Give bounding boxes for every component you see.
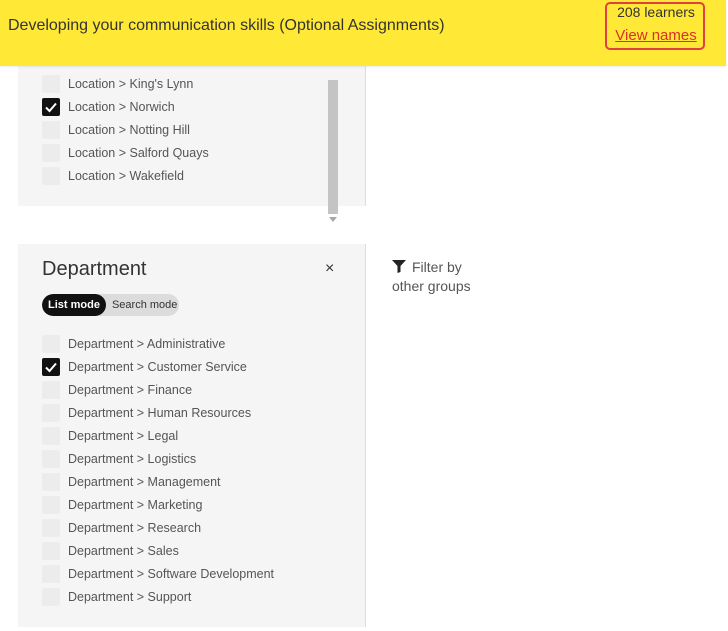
funnel-icon	[392, 260, 406, 273]
department-option[interactable]: Department > Finance	[42, 380, 342, 400]
checkbox[interactable]	[42, 588, 60, 606]
checkbox[interactable]	[42, 144, 60, 162]
checkbox[interactable]	[42, 519, 60, 537]
option-label: Department > Legal	[68, 429, 179, 443]
option-label: Location > Norwich	[68, 100, 175, 114]
checkbox[interactable]	[42, 75, 60, 93]
location-option[interactable]: Location > Notting Hill	[42, 120, 342, 140]
scrollbar-thumb[interactable]	[328, 80, 338, 214]
option-label: Department > Finance	[68, 383, 193, 397]
checkmark-icon	[45, 102, 57, 113]
department-filter-panel: Department × List mode Search mode Depar…	[18, 244, 366, 627]
option-label: Department > Human Resources	[68, 406, 252, 420]
panel-title: Department	[42, 258, 147, 280]
checkbox[interactable]	[42, 496, 60, 514]
list-mode-button[interactable]: List mode	[42, 294, 106, 316]
checkbox[interactable]	[42, 335, 60, 353]
department-option[interactable]: Department > Support	[42, 587, 342, 607]
option-label: Department > Management	[68, 475, 221, 489]
checkbox[interactable]	[42, 121, 60, 139]
department-option[interactable]: Department > Software Development	[42, 564, 342, 584]
checkbox[interactable]	[42, 381, 60, 399]
search-mode-button[interactable]: Search mode	[106, 294, 179, 316]
checkbox[interactable]	[42, 565, 60, 583]
location-option[interactable]: Location > Salford Quays	[42, 143, 342, 163]
view-names-link[interactable]: View names	[607, 27, 705, 44]
department-option[interactable]: Department > Sales	[42, 541, 342, 561]
department-option[interactable]: Department > Customer Service	[42, 357, 342, 377]
mode-toggle: List mode Search mode	[42, 294, 179, 316]
assignment-banner: Developing your communication skills (Op…	[0, 0, 726, 66]
option-label: Department > Marketing	[68, 498, 203, 512]
department-option[interactable]: Department > Marketing	[42, 495, 342, 515]
scroll-down-arrow-icon[interactable]	[329, 217, 337, 222]
checkbox-checked[interactable]	[42, 358, 60, 376]
department-option[interactable]: Department > Legal	[42, 426, 342, 446]
location-option[interactable]: Location > Norwich	[42, 97, 342, 117]
checkbox[interactable]	[42, 404, 60, 422]
option-label: Department > Software Development	[68, 567, 275, 581]
option-label: Location > Salford Quays	[68, 146, 209, 160]
location-scrollbar[interactable]	[326, 80, 340, 228]
option-label: Department > Research	[68, 521, 202, 535]
option-label: Department > Support	[68, 590, 192, 604]
option-label: Location > Wakefield	[68, 169, 184, 183]
assignment-title: Developing your communication skills (Op…	[8, 17, 445, 34]
checkbox[interactable]	[42, 542, 60, 560]
department-option[interactable]: Department > Human Resources	[42, 403, 342, 423]
department-option[interactable]: Department > Management	[42, 472, 342, 492]
learners-count: 208 learners	[617, 4, 695, 20]
checkmark-icon	[45, 362, 57, 373]
option-label: Department > Logistics	[68, 452, 197, 466]
checkbox-checked[interactable]	[42, 98, 60, 116]
option-label: Department > Customer Service	[68, 360, 247, 374]
checkbox[interactable]	[42, 427, 60, 445]
filter-line-2: other groups	[392, 278, 471, 294]
location-option[interactable]: Location > King's Lynn	[42, 74, 342, 94]
department-option[interactable]: Department > Logistics	[42, 449, 342, 469]
checkbox[interactable]	[42, 450, 60, 468]
checkbox[interactable]	[42, 167, 60, 185]
location-option[interactable]: Location > Wakefield	[42, 166, 342, 186]
checkbox[interactable]	[42, 473, 60, 491]
department-option[interactable]: Department > Research	[42, 518, 342, 538]
option-label: Location > Notting Hill	[68, 123, 190, 137]
option-label: Department > Administrative	[68, 337, 226, 351]
close-icon[interactable]: ×	[325, 260, 334, 278]
filter-line-1: Filter by	[412, 259, 462, 275]
option-label: Location > King's Lynn	[68, 77, 194, 91]
department-option[interactable]: Department > Administrative	[42, 334, 342, 354]
option-label: Department > Sales	[68, 544, 179, 558]
filter-by-other-groups[interactable]: Filter by other groups	[392, 258, 471, 296]
